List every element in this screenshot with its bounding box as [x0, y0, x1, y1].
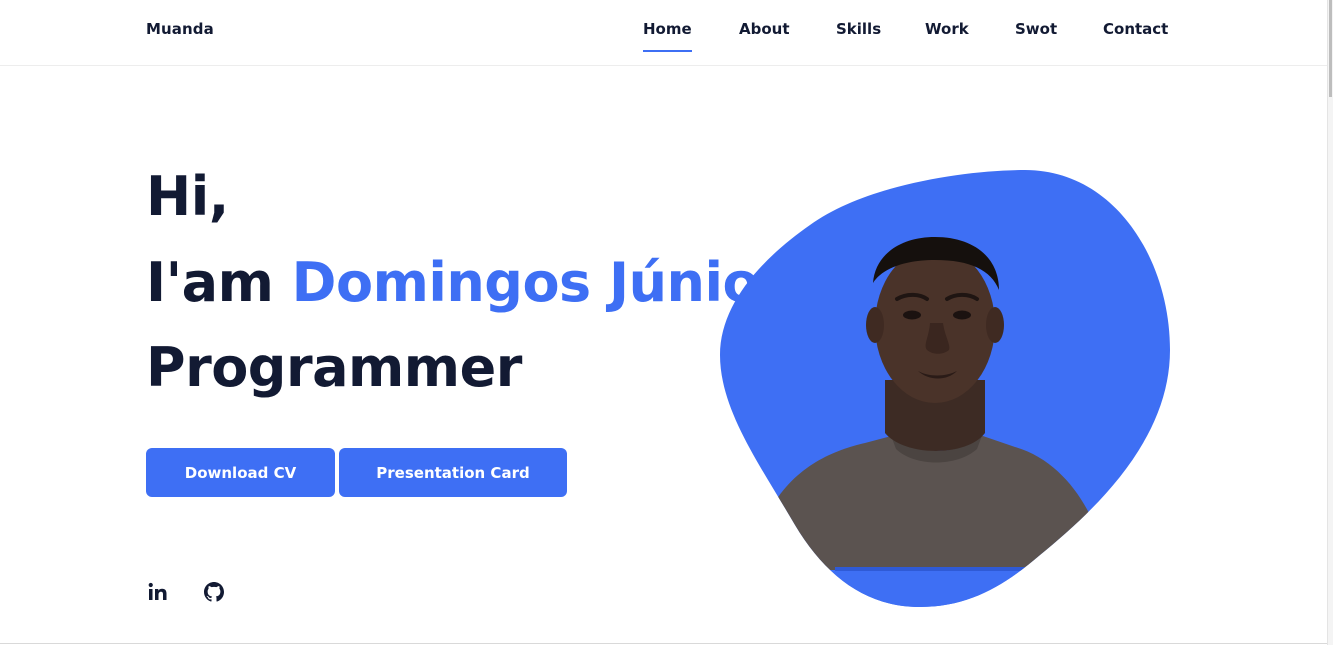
profile-photo-blob: [715, 165, 1175, 610]
hero-role: Programmer: [146, 336, 522, 399]
nav-about[interactable]: About: [739, 20, 790, 38]
hero-greeting: Hi,: [146, 165, 229, 228]
main-nav: Home About Skills Work Swot Contact: [0, 0, 1328, 65]
nav-swot[interactable]: Swot: [1015, 20, 1057, 38]
site-header: Muanda Home About Skills Work Swot Conta…: [0, 0, 1328, 66]
nav-home[interactable]: Home: [643, 20, 692, 52]
section-divider: [0, 643, 1328, 644]
download-cv-button[interactable]: Download CV: [146, 448, 335, 497]
nav-work[interactable]: Work: [925, 20, 969, 38]
presentation-card-button[interactable]: Presentation Card: [339, 448, 567, 497]
hero-intro: I'am Domingos Júnior: [146, 256, 786, 310]
page-scrollbar[interactable]: [1327, 0, 1333, 645]
nav-contact[interactable]: Contact: [1103, 20, 1168, 38]
scrollbar-thumb[interactable]: [1329, 0, 1332, 97]
hero-intro-prefix: I'am: [146, 251, 292, 314]
hero-name: Domingos Júnior: [291, 251, 786, 314]
github-icon[interactable]: [202, 580, 226, 604]
nav-skills[interactable]: Skills: [836, 20, 881, 38]
linkedin-icon[interactable]: [146, 580, 170, 604]
